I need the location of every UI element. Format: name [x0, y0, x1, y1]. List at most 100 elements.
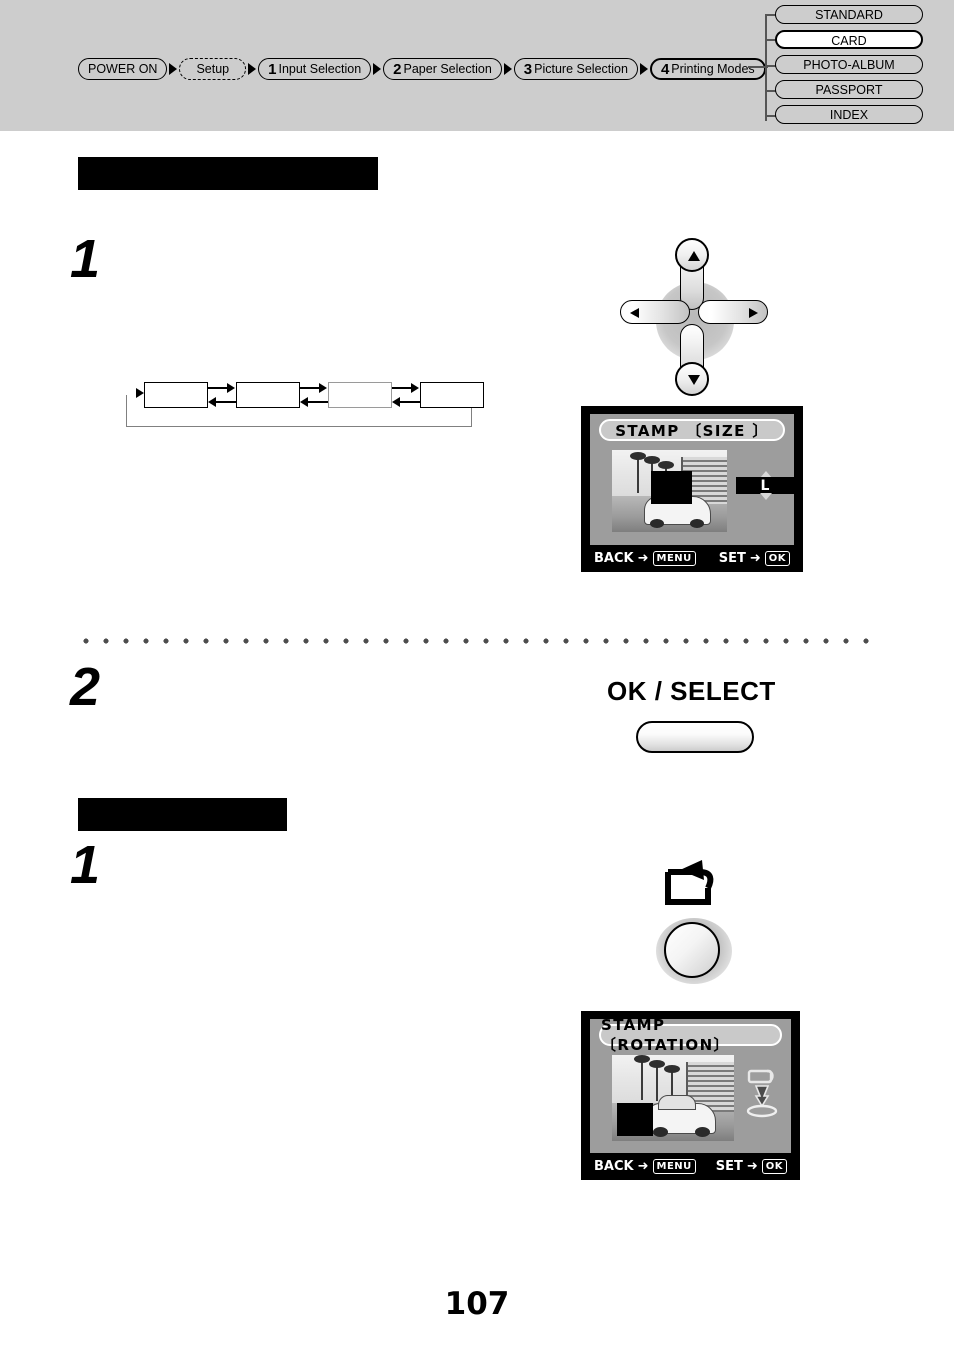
dpad-right-button[interactable] — [698, 300, 768, 324]
breadcrumb-item-paper-selection[interactable]: 2 Paper Selection — [383, 58, 502, 80]
menu-keycap: MENU — [652, 550, 696, 566]
lcd-rotation-viewport: STAMP 〔ROTATION〕 — [590, 1016, 791, 1153]
lcd-rotation-set-hint: SET ➜ OK — [715, 1158, 787, 1174]
breadcrumb-arrow-icon — [246, 63, 258, 75]
left-arrow-icon — [630, 308, 639, 318]
directional-pad[interactable] — [604, 236, 784, 396]
printing-mode-list: STANDARD CARD PHOTO-ALBUM PASSPORT INDEX — [775, 5, 923, 130]
flow-box — [328, 382, 392, 408]
lcd-size-title: STAMP 〔SIZE 〕 — [599, 419, 785, 441]
breadcrumb-step-number: 4 — [660, 60, 670, 78]
top-navigation-band: POWER ON Setup 1 Input Selection 2 Paper… — [0, 0, 954, 131]
stamp-overlay-block — [651, 471, 693, 505]
cycle-loop-arrow-icon — [136, 388, 144, 398]
dpad-down-button[interactable] — [675, 362, 709, 396]
breadcrumb: POWER ON Setup 1 Input Selection 2 Paper… — [78, 56, 766, 82]
section-heading-bar-1 — [78, 157, 378, 190]
set-label: SET — [718, 550, 746, 566]
breadcrumb-label: Input Selection — [278, 62, 362, 76]
stamp-size-cycle-diagram — [126, 382, 484, 428]
step-number-2: 2 — [70, 657, 101, 717]
flow-box — [144, 382, 208, 408]
mode-label: PASSPORT — [815, 83, 883, 97]
lcd-rotation-preview-photo — [612, 1055, 734, 1141]
flow-arrow-pair-icon — [208, 382, 236, 408]
lcd-rotation-footer: BACK ➜ MENU SET ➜ OK — [582, 1155, 799, 1177]
set-label: SET — [715, 1158, 743, 1174]
step-number-1-second: 1 — [70, 835, 101, 895]
ok-keycap: OK — [761, 1158, 787, 1174]
stamp-size-value: L — [736, 477, 794, 494]
breadcrumb-arrow-icon — [638, 63, 650, 75]
breadcrumb-item-setup[interactable]: Setup — [179, 58, 247, 80]
stamp-size-selector[interactable]: L — [736, 471, 794, 500]
breadcrumb-item-power-on[interactable]: POWER ON — [78, 58, 168, 80]
mode-item-index[interactable]: INDEX — [775, 105, 923, 124]
back-label: BACK — [594, 1158, 634, 1174]
up-arrow-icon — [688, 251, 700, 261]
lcd-size-footer: BACK ➜ MENU SET ➜ OK — [582, 547, 802, 569]
dpad-left-button[interactable] — [620, 300, 690, 324]
flow-box — [420, 382, 484, 408]
mode-item-standard[interactable]: STANDARD — [775, 5, 923, 24]
section-heading-bar-2 — [78, 798, 287, 831]
breadcrumb-label: Paper Selection — [403, 62, 492, 76]
breadcrumb-arrow-icon — [502, 63, 514, 75]
down-arrow-icon — [688, 375, 700, 385]
lcd-size-back-hint: BACK ➜ MENU — [594, 550, 696, 566]
right-arrow-icon — [749, 308, 758, 318]
mode-label: CARD — [831, 34, 867, 48]
right-arrow-icon: ➜ — [749, 550, 761, 566]
breadcrumb-label: POWER ON — [88, 62, 158, 76]
breadcrumb-item-printing-modes[interactable]: 4 Printing Modes — [649, 58, 766, 80]
mode-label: PHOTO-ALBUM — [803, 58, 895, 72]
flow-arrow-pair-icon — [392, 382, 420, 408]
mode-item-photo-album[interactable]: PHOTO-ALBUM — [775, 55, 923, 74]
lcd-screen-stamp-rotation: STAMP 〔ROTATION〕 BACK ➜ MENU SET ➜ OK — [581, 1011, 800, 1180]
ok-select-label: OK / SELECT — [607, 676, 776, 706]
breadcrumb-arrow-icon — [371, 63, 383, 75]
flow-arrow-pair-icon — [300, 382, 328, 408]
stamp-rotation-indicator-icon — [742, 1069, 782, 1121]
flow-box — [236, 382, 300, 408]
size-decrease-arrow-icon[interactable] — [760, 493, 772, 500]
ok-select-button[interactable] — [636, 721, 754, 753]
mode-connector-spine — [765, 16, 767, 121]
mode-item-passport[interactable]: PASSPORT — [775, 80, 923, 99]
breadcrumb-label: Printing Modes — [671, 62, 755, 76]
mode-label: INDEX — [829, 108, 869, 122]
photo-palm-tree — [634, 1055, 651, 1100]
photo-car-wheel — [652, 1127, 668, 1138]
breadcrumb-step-number: 2 — [393, 60, 402, 78]
breadcrumb-label: Picture Selection — [534, 62, 628, 76]
photo-car — [646, 1094, 717, 1138]
back-label: BACK — [594, 550, 634, 566]
breadcrumb-arrow-icon — [167, 63, 179, 75]
lcd-screen-stamp-size: STAMP 〔SIZE 〕 L BACK ➜ MENU SET ➜ OK — [581, 406, 803, 572]
section-divider — [76, 637, 876, 645]
right-arrow-icon: ➜ — [746, 1158, 758, 1174]
breadcrumb-step-number: 3 — [523, 60, 533, 78]
lcd-size-viewport: STAMP 〔SIZE 〕 L — [590, 414, 794, 545]
stamp-overlay-block — [616, 1103, 654, 1136]
page-number: 107 — [444, 1286, 510, 1322]
right-arrow-icon: ➜ — [637, 550, 649, 566]
breadcrumb-item-input-selection[interactable]: 1 Input Selection — [258, 58, 372, 80]
dpad-up-button[interactable] — [675, 238, 709, 272]
step-number-1-first: 1 — [70, 229, 101, 289]
rotate-icon — [662, 858, 724, 906]
breadcrumb-item-picture-selection[interactable]: 3 Picture Selection — [513, 58, 638, 80]
rotation-button[interactable] — [664, 922, 720, 978]
lcd-rotation-back-hint: BACK ➜ MENU — [594, 1158, 696, 1174]
mode-item-card[interactable]: CARD — [775, 30, 923, 49]
lcd-size-set-hint: SET ➜ OK — [718, 550, 790, 566]
mode-label: STANDARD — [815, 8, 883, 22]
lcd-rotation-title: STAMP 〔ROTATION〕 — [599, 1016, 782, 1054]
right-arrow-icon: ➜ — [637, 1158, 649, 1174]
rotation-control[interactable] — [630, 858, 770, 984]
breadcrumb-label: Setup — [196, 62, 230, 76]
lcd-size-preview-photo — [612, 450, 727, 532]
breadcrumb-step-number: 1 — [268, 60, 277, 78]
menu-keycap: MENU — [652, 1158, 696, 1174]
photo-palm-tree — [648, 1060, 665, 1102]
